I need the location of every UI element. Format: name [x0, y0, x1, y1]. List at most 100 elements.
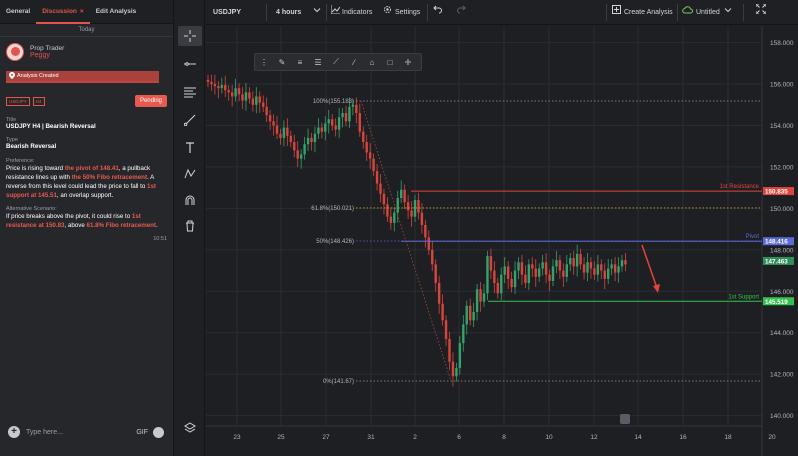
candle-body: [551, 266, 555, 281]
discussion-panel: General Discussion × Edit Analysis Today …: [0, 0, 174, 456]
divider: [427, 4, 428, 21]
day-separator: Today: [0, 24, 173, 37]
candle-body: [617, 266, 620, 273]
crosshair-icon[interactable]: [178, 26, 202, 46]
tab-edit-analysis[interactable]: Edit Analysis: [90, 0, 143, 24]
x-tick-label: 12: [590, 434, 598, 441]
line-style-icon[interactable]: ≡: [291, 58, 309, 67]
candle-body: [268, 115, 272, 122]
text-run: , an overlap support.: [56, 191, 114, 199]
candle-body: [417, 200, 420, 213]
candle-body: [286, 127, 289, 136]
brush-icon[interactable]: ⟋: [327, 57, 345, 67]
close-icon[interactable]: ×: [80, 8, 84, 15]
avatar[interactable]: [6, 43, 24, 61]
trendline-icon[interactable]: [178, 110, 202, 130]
app-window: General Discussion × Edit Analysis Today …: [0, 0, 798, 456]
text-tool-icon[interactable]: [178, 138, 202, 158]
highlight-pivot: the pivot of 148.41: [64, 164, 119, 172]
interval-selector[interactable]: 4 hours: [276, 0, 301, 25]
chevron-down-icon[interactable]: [313, 0, 321, 25]
candle-body: [265, 106, 268, 116]
candle-body: [520, 262, 524, 275]
candle-body: [620, 260, 624, 267]
message-input[interactable]: Type here...: [26, 429, 136, 436]
author-name[interactable]: Peggy: [30, 52, 64, 59]
y-tick-label: 154.000: [770, 123, 794, 130]
select-box-icon[interactable]: □: [381, 58, 399, 67]
candle-body: [258, 96, 261, 103]
gear-icon: [383, 0, 392, 25]
symbol-badge[interactable]: USDJPY: [6, 96, 30, 106]
lightbulb-icon: [620, 414, 630, 424]
text-run: If price breaks above the pivot, it coul…: [6, 212, 132, 220]
chart-canvas[interactable]: 158.000 156.000 154.000 152.000 150.000 148.0…: [206, 26, 798, 456]
tab-discussion[interactable]: Discussion ×: [36, 0, 90, 24]
more-options-icon[interactable]: ✛: [399, 58, 417, 67]
candle-body: [393, 212, 396, 223]
line-width-icon[interactable]: ☰: [309, 58, 327, 67]
candle-body: [437, 282, 441, 304]
x-tick-label: 31: [367, 434, 375, 441]
drag-handle-icon[interactable]: ⋮: [255, 58, 273, 67]
x-tick-label: 2: [413, 434, 417, 441]
candle-body: [396, 198, 399, 213]
magnet-icon[interactable]: [178, 190, 202, 210]
tab-general[interactable]: General: [0, 0, 36, 24]
x-tick-label: 20: [768, 434, 776, 441]
gif-button[interactable]: GIF: [136, 429, 148, 436]
indicators-button[interactable]: Indicators: [342, 0, 372, 25]
price-tag-label: 145.519: [765, 299, 788, 306]
layers-icon[interactable]: [178, 418, 202, 438]
candle-body: [569, 258, 572, 265]
line-color-icon[interactable]: ∕: [345, 58, 363, 67]
candle-body: [541, 262, 544, 269]
analysis-created-banner[interactable]: Analysis Created: [6, 71, 159, 83]
horizontal-line-icon[interactable]: [178, 54, 202, 74]
fib-level-label: 61.8%(150.021): [311, 206, 354, 212]
price-tag-label: 147.463: [765, 258, 788, 265]
lock-icon[interactable]: ⌂: [363, 58, 381, 67]
candle-body: [486, 256, 489, 294]
candle-body: [227, 90, 230, 93]
candle-body: [351, 104, 355, 107]
candle-body: [230, 92, 234, 97]
fullscreen-icon[interactable]: [755, 0, 767, 25]
pin-icon: [9, 71, 15, 81]
fib-level-label: 0%(141.67): [323, 379, 354, 385]
highlight-fibo: 61.8% Fibo retracement: [86, 221, 156, 229]
emoji-icon[interactable]: [153, 426, 164, 438]
divider: [677, 4, 678, 21]
y-tick-label: 152.000: [770, 164, 794, 171]
candle-body: [379, 183, 382, 194]
settings-button[interactable]: Settings: [395, 0, 420, 25]
candle-body: [310, 137, 313, 143]
candle-body: [365, 142, 368, 153]
undo-icon[interactable]: [433, 0, 442, 25]
y-tick-label: 140.000: [770, 413, 794, 420]
candle-body: [441, 303, 444, 321]
chevron-down-icon[interactable]: [724, 0, 732, 25]
pattern-icon[interactable]: [178, 164, 202, 184]
interval-badge[interactable]: H4: [32, 96, 45, 106]
add-attachment-button[interactable]: +: [8, 426, 20, 438]
trash-icon[interactable]: [178, 216, 202, 236]
candle-body: [217, 86, 220, 89]
redo-icon[interactable]: [457, 0, 466, 25]
chart-topbar: USDJPY 4 hours Indicators Settings Creat…: [206, 0, 798, 25]
candle-body: [562, 270, 565, 277]
create-analysis-button[interactable]: Create Analysis: [624, 0, 673, 25]
x-tick-label: 6: [457, 434, 461, 441]
x-tick-label: 25: [277, 434, 285, 441]
price-chart[interactable]: 158.000 156.000 154.000 152.000 150.000 148.0…: [206, 26, 798, 456]
candle-body: [538, 268, 541, 277]
candle-body: [206, 79, 210, 82]
fib-retracement-icon[interactable]: [178, 82, 202, 102]
candle-body: [524, 274, 527, 283]
layout-name[interactable]: Untitled: [696, 0, 720, 25]
pen-icon[interactable]: ✎: [273, 58, 291, 67]
x-tick-label: 10: [545, 434, 553, 441]
level-name: Pivot: [746, 234, 760, 240]
symbol-selector[interactable]: USDJPY: [213, 0, 241, 25]
candle-body: [458, 343, 462, 368]
